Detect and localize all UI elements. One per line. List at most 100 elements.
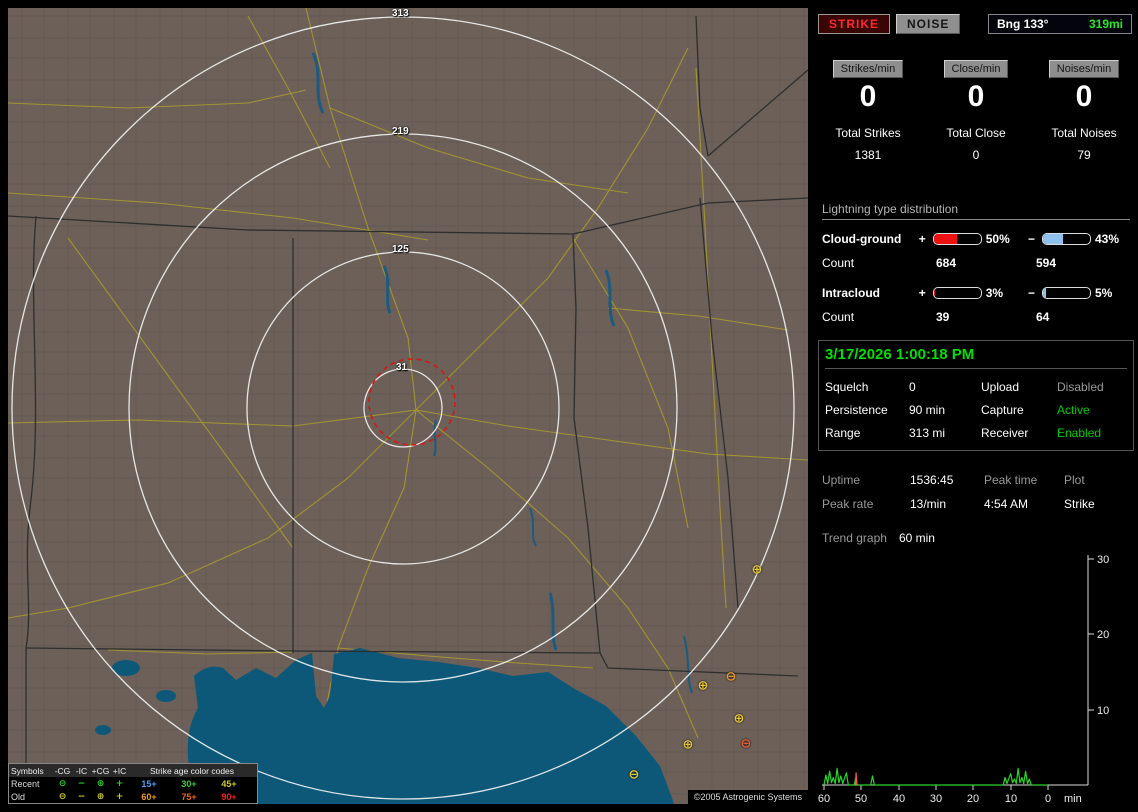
total-noises-label: Total Noises <box>1051 126 1117 140</box>
stats-section: Uptime 1536:45 Peak time Plot Peak rate … <box>822 473 1130 511</box>
y-tick: 10 <box>1097 705 1109 717</box>
cg-plus-bar <box>933 233 982 245</box>
strikes-per-min-button[interactable]: Strikes/min <box>832 60 904 78</box>
trend-series-strikes <box>823 767 1048 786</box>
cloud-ground-count-row: Count 684 594 <box>822 256 1130 270</box>
strikes-column: Strikes/min 0 Total Strikes 1381 <box>814 60 922 162</box>
strike-symbol-cg-minus: ⊖ <box>725 669 737 685</box>
x-tick: 0 <box>1045 793 1051 805</box>
plot-value: Strike <box>1064 497 1095 511</box>
total-strikes-value: 1381 <box>854 148 882 162</box>
strike-mode-button[interactable]: STRIKE <box>818 14 891 34</box>
cg-minus-count: 594 <box>1036 256 1057 270</box>
minus-sign: − <box>1028 232 1036 246</box>
upload-label: Upload <box>981 380 1020 394</box>
noises-per-min-button[interactable]: Noises/min <box>1048 60 1120 78</box>
map-display[interactable]: 313 219 125 31 ⊕ ⊕ ⊖ ⊕ ⊕ ⊖ ⊖ Symbols -CG -IC +… <box>8 8 808 804</box>
y-tick: 20 <box>1097 629 1109 641</box>
map-legend: Symbols -CG -IC +CG +IC Strike age color… <box>8 763 258 804</box>
bearing-readout: Bng 133° 319mi <box>988 14 1132 34</box>
x-tick: 50 <box>855 793 867 805</box>
noise-mode-button[interactable]: NOISE <box>896 14 961 34</box>
cloud-ground-row: Cloud-ground + 50% − 43% <box>822 232 1130 246</box>
intracloud-row: Intracloud + 3% − 5% <box>822 286 1130 300</box>
noises-per-min-value: 0 <box>1075 80 1093 113</box>
legend-type-neg-cg: -CG <box>54 765 71 776</box>
trend-graph: 30 20 10 60 50 40 30 20 10 0 min <box>818 554 1109 805</box>
strike-symbol-cg-plus: ⊕ <box>733 711 745 727</box>
legend-old-label: Old <box>11 791 26 802</box>
total-close-label: Total Close <box>946 126 1006 140</box>
legend-row-recent: Recent ⊖ − ⊕ + 15+ 30+ 45+ <box>9 777 257 790</box>
intracloud-count-row: Count 39 64 <box>822 310 1130 324</box>
distribution-title: Lightning type distribution <box>822 202 1130 220</box>
copyright-text: ©2005 Astrogenic Systems <box>687 790 808 804</box>
strike-symbol-cg-minus: ⊖ <box>628 767 640 783</box>
cg-minus-bar-fill <box>1043 234 1064 244</box>
strike-symbol-cg-plus: ⊕ <box>751 562 763 578</box>
receiver-value: Enabled <box>1057 426 1102 440</box>
legend-age-header: Strike age color codes <box>149 765 235 776</box>
intracloud-label: Intracloud <box>822 286 881 300</box>
strike-symbol-cg-plus: ⊕ <box>697 678 709 694</box>
neg-ic-icon: − <box>77 791 86 802</box>
plus-sign: + <box>918 286 926 300</box>
trend-header: Trend graph 60 min <box>822 531 1130 545</box>
age-code: 30+ <box>181 778 197 789</box>
neg-ic-icon: − <box>77 778 86 789</box>
x-tick: 30 <box>930 793 942 805</box>
legend-type-pos-cg: +CG <box>91 765 110 776</box>
neg-cg-icon: ⊖ <box>58 778 67 789</box>
range-value: 313 mi <box>909 426 946 440</box>
trend-tick-labels: 30 20 10 60 50 40 30 20 10 0 min <box>818 554 1109 805</box>
close-per-min-value: 0 <box>967 80 985 113</box>
legend-type-neg-ic: -IC <box>75 765 88 776</box>
pos-cg-icon: ⊕ <box>96 791 105 802</box>
trend-window-value: 60 min <box>898 531 935 545</box>
total-close-value: 0 <box>972 148 980 162</box>
minus-sign: − <box>1028 286 1036 300</box>
strike-layer: ⊕ ⊕ ⊖ ⊕ ⊕ ⊖ ⊖ <box>8 8 808 804</box>
receiver-label: Receiver <box>981 426 1029 440</box>
ic-minus-percent: 5% <box>1095 286 1113 300</box>
cg-minus-percent: 43% <box>1095 232 1120 246</box>
ic-plus-percent: 3% <box>985 286 1004 300</box>
age-code: 60+ <box>141 791 157 802</box>
squelch-label: Squelch <box>825 380 869 394</box>
strike-symbol-cg-minus: ⊖ <box>740 736 752 752</box>
legend-recent-label: Recent <box>11 778 40 789</box>
ic-minus-bar <box>1042 287 1091 299</box>
ic-plus-bar-fill <box>934 288 936 298</box>
legend-row-old: Old ⊖ − ⊕ + 60+ 75+ 90+ <box>9 790 257 803</box>
close-per-min-button[interactable]: Close/min <box>943 60 1009 78</box>
peak-time-label: Peak time <box>984 473 1038 487</box>
capture-label: Capture <box>981 403 1024 417</box>
noises-column: Noises/min 0 Total Noises 79 <box>1030 60 1138 162</box>
cg-plus-bar-fill <box>934 234 958 244</box>
cg-plus-count: 684 <box>936 256 957 270</box>
pos-cg-icon: ⊕ <box>96 778 105 789</box>
side-panel: STRIKE NOISE Bng 133° 319mi Strikes/min … <box>814 0 1138 812</box>
ic-plus-bar <box>933 287 982 299</box>
uptime-value: 1536:45 <box>910 473 954 487</box>
legend-symbols-header: Symbols <box>11 765 44 776</box>
upload-value: Disabled <box>1057 380 1104 394</box>
neg-cg-icon: ⊖ <box>58 791 67 802</box>
capture-value: Active <box>1057 403 1090 417</box>
trend-series-cg <box>854 772 858 786</box>
age-code: 90+ <box>221 791 237 802</box>
ic-plus-count: 39 <box>936 310 950 324</box>
age-code: 45+ <box>221 778 237 789</box>
ic-minus-count: 64 <box>1036 310 1050 324</box>
cg-minus-bar <box>1042 233 1091 245</box>
trend-graph-label: Trend graph <box>822 531 887 545</box>
persistence-label: Persistence <box>825 403 888 417</box>
count-label: Count <box>822 310 855 324</box>
uptime-label: Uptime <box>822 473 861 487</box>
bearing-range-value: 319mi <box>1088 17 1123 31</box>
legend-header: Symbols -CG -IC +CG +IC Strike age color… <box>9 764 257 777</box>
distribution-section: Lightning type distribution Cloud-ground… <box>822 202 1130 324</box>
persistence-value: 90 min <box>909 403 946 417</box>
plus-sign: + <box>918 232 926 246</box>
count-label: Count <box>822 256 855 270</box>
